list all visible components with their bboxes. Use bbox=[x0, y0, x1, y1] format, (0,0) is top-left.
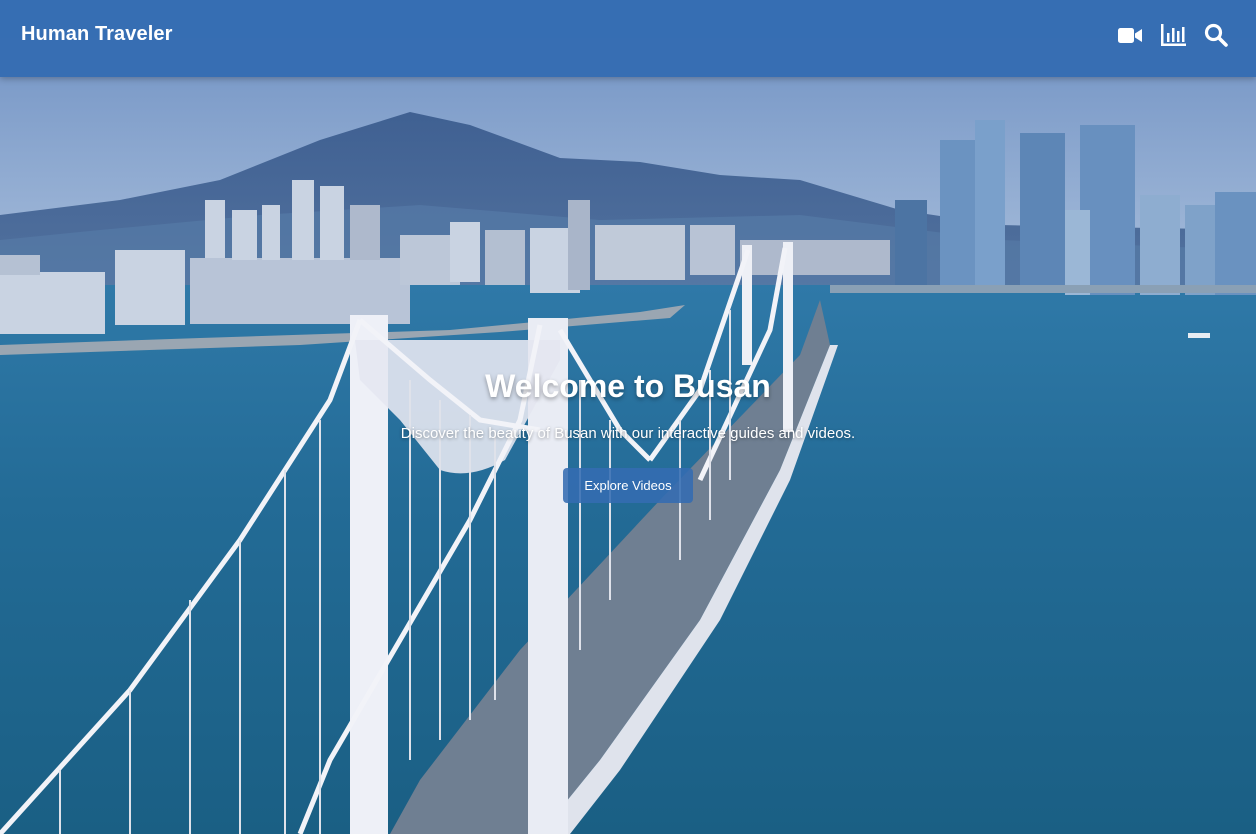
hero-subtitle: Discover the beauty of Busan with our in… bbox=[400, 425, 856, 442]
hero-content: Welcome to Busan Discover the beauty of … bbox=[0, 365, 1256, 503]
explore-videos-button[interactable]: Explore Videos bbox=[563, 468, 693, 503]
top-navbar: Human Traveler bbox=[0, 0, 1256, 77]
page: Human Traveler Welcome to Busan Discover… bbox=[0, 0, 1256, 834]
hero-title: Welcome to Busan bbox=[485, 368, 771, 404]
video-icon[interactable] bbox=[1117, 22, 1143, 48]
brand-logo-link[interactable]: Human Traveler bbox=[21, 23, 172, 46]
bar-chart-icon[interactable] bbox=[1160, 22, 1186, 48]
nav-icon-group bbox=[1117, 22, 1229, 48]
search-icon[interactable] bbox=[1203, 22, 1229, 48]
